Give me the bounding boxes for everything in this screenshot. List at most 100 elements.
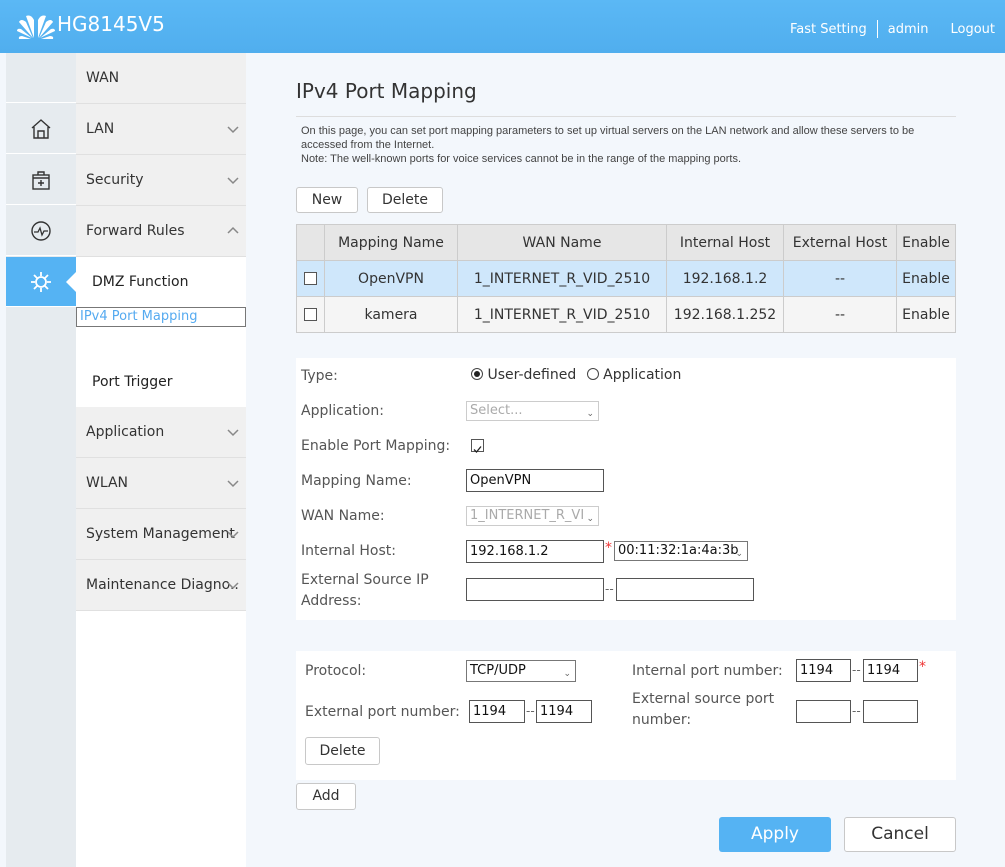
mapping-name-input[interactable]: OpenVPN — [466, 469, 604, 492]
type-label: Type: — [301, 368, 338, 384]
wan-name-select[interactable]: 1_INTERNET_R_VI ⌄ — [466, 506, 599, 526]
header-enable: Enable — [896, 224, 956, 261]
protocol-select[interactable]: TCP/UDP ⌄ — [466, 660, 576, 682]
chevron-down-icon — [227, 126, 239, 134]
sidebar-item-lan[interactable]: LAN — [76, 104, 246, 155]
top-bar: HG8145V5 Fast Setting admin Logout — [0, 0, 1005, 53]
range-separator: -- — [605, 582, 614, 596]
chevron-down-icon: ⌄ — [563, 669, 571, 679]
cell-mapping-name: OpenVPN — [324, 260, 458, 297]
chevron-down-icon — [227, 480, 239, 488]
nav-toolbox[interactable] — [6, 155, 76, 205]
cell-wan-name: 1_INTERNET_R_VID_2510 — [457, 296, 667, 333]
required-marker: * — [919, 659, 926, 675]
cell-mapping-name: kamera — [324, 296, 458, 333]
table-header-row: Mapping Name WAN Name Internal Host Exte… — [296, 224, 956, 261]
cell-enable: Enable — [896, 296, 956, 333]
monitor-icon — [31, 220, 51, 241]
header-external-host: External Host — [783, 224, 897, 261]
application-select[interactable]: Select... ⌄ — [466, 401, 599, 421]
external-source-ip-end-input[interactable] — [616, 578, 754, 601]
delete-port-button[interactable]: Delete — [305, 737, 380, 765]
internal-host-mac-select[interactable]: 00:11:32:1a:4a:3b ⌄ — [614, 541, 748, 561]
cell-internal-host: 192.168.1.2 — [666, 260, 784, 297]
sidebar-item-system-management[interactable]: System Management — [76, 509, 246, 560]
user-link[interactable]: admin — [888, 22, 929, 37]
huawei-logo-icon — [17, 15, 55, 39]
cell-internal-host: 192.168.1.252 — [666, 296, 784, 333]
main-content: IPv4 Port Mapping On this page, you can … — [246, 53, 1005, 867]
logout-link[interactable]: Logout — [950, 22, 995, 37]
fast-setting-link[interactable]: Fast Setting — [790, 22, 867, 37]
table-row[interactable]: OpenVPN 1_INTERNET_R_VID_2510 192.168.1.… — [296, 260, 956, 297]
row-checkbox[interactable] — [304, 308, 317, 321]
external-source-ip-start-input[interactable] — [466, 578, 604, 601]
add-button[interactable]: Add — [296, 783, 356, 810]
range-separator: -- — [852, 704, 861, 718]
sidebar-item-maintenance[interactable]: Maintenance Diagno.. — [76, 560, 246, 611]
application-label: Application: — [301, 403, 384, 419]
required-marker: * — [605, 540, 612, 556]
sidebar-menu: WAN LAN Security Forward Rules DMZ Funct… — [76, 53, 246, 867]
cancel-button[interactable]: Cancel — [844, 817, 956, 852]
sidebar-item-application[interactable]: Application — [76, 407, 246, 458]
cell-enable: Enable — [896, 260, 956, 297]
sidebar-subitem-dmz[interactable]: DMZ Function — [76, 257, 246, 307]
enable-port-mapping-label: Enable Port Mapping: — [301, 438, 451, 454]
sidebar-item-wlan[interactable]: WLAN — [76, 458, 246, 509]
new-button[interactable]: New — [296, 187, 358, 213]
gear-icon — [31, 271, 51, 292]
chevron-down-icon — [227, 582, 239, 590]
sidebar-item-wan[interactable]: WAN — [76, 53, 246, 104]
chevron-down-icon — [227, 177, 239, 185]
checkmark-icon — [473, 446, 482, 453]
mapping-name-label: Mapping Name: — [301, 473, 412, 489]
nav-settings[interactable] — [6, 257, 76, 307]
range-separator: -- — [526, 704, 535, 718]
nav-monitor[interactable] — [6, 206, 76, 256]
external-port-end-input[interactable]: 1194 — [536, 700, 592, 723]
chevron-down-icon: ⌄ — [735, 549, 743, 559]
cell-external-host: -- — [783, 260, 897, 297]
sidebar-item-security[interactable]: Security — [76, 155, 246, 206]
mapping-form-panel: Type: User-defined Application Applicati… — [296, 358, 956, 620]
header-select — [296, 224, 325, 261]
icon-rail-blank — [6, 53, 76, 103]
port-mapping-table: Mapping Name WAN Name Internal Host Exte… — [296, 224, 956, 333]
radio-user-defined[interactable] — [471, 368, 483, 380]
internal-host-input[interactable]: 192.168.1.2 — [466, 540, 604, 563]
chevron-down-icon: ⌄ — [586, 514, 594, 524]
external-source-port-end-input[interactable] — [863, 700, 918, 723]
external-source-port-label: External source port number: — [632, 691, 775, 728]
home-icon — [31, 118, 51, 139]
sidebar-subitem-port-trigger[interactable]: Port Trigger — [76, 357, 246, 407]
icon-rail — [6, 53, 76, 867]
internal-port-end-input[interactable]: 1194 — [863, 659, 918, 682]
port-settings-panel: Protocol: TCP/UDP ⌄ Internal port number:… — [296, 651, 956, 780]
enable-port-mapping-checkbox[interactable] — [471, 439, 484, 453]
page-description: On this page, you can set port mapping p… — [301, 125, 915, 165]
cell-external-host: -- — [783, 296, 897, 333]
sidebar-item-forward-rules[interactable]: Forward Rules — [76, 206, 246, 257]
chevron-down-icon — [227, 429, 239, 437]
nav-home[interactable] — [6, 104, 76, 154]
wan-name-label: WAN Name: — [301, 508, 385, 524]
chevron-down-icon: ⌄ — [586, 409, 594, 419]
apply-button[interactable]: Apply — [719, 817, 831, 852]
header-mapping-name: Mapping Name — [324, 224, 458, 261]
external-port-start-input[interactable]: 1194 — [469, 700, 525, 723]
table-row[interactable]: kamera 1_INTERNET_R_VID_2510 192.168.1.2… — [296, 296, 956, 333]
chevron-down-icon — [227, 531, 239, 539]
header-wan-name: WAN Name — [457, 224, 667, 261]
external-source-port-start-input[interactable] — [796, 700, 851, 723]
title-divider — [296, 116, 956, 117]
sidebar-subitem-ipv4-port-mapping[interactable]: IPv4 Port Mapping — [76, 307, 246, 327]
row-checkbox[interactable] — [304, 272, 317, 285]
type-radio-group: User-defined Application — [471, 367, 681, 383]
external-port-label: External port number: — [305, 704, 460, 720]
chevron-up-icon — [227, 226, 239, 234]
internal-port-start-input[interactable]: 1194 — [796, 659, 851, 682]
delete-button[interactable]: Delete — [367, 187, 443, 213]
radio-application[interactable] — [586, 368, 599, 380]
protocol-label: Protocol: — [305, 663, 367, 679]
